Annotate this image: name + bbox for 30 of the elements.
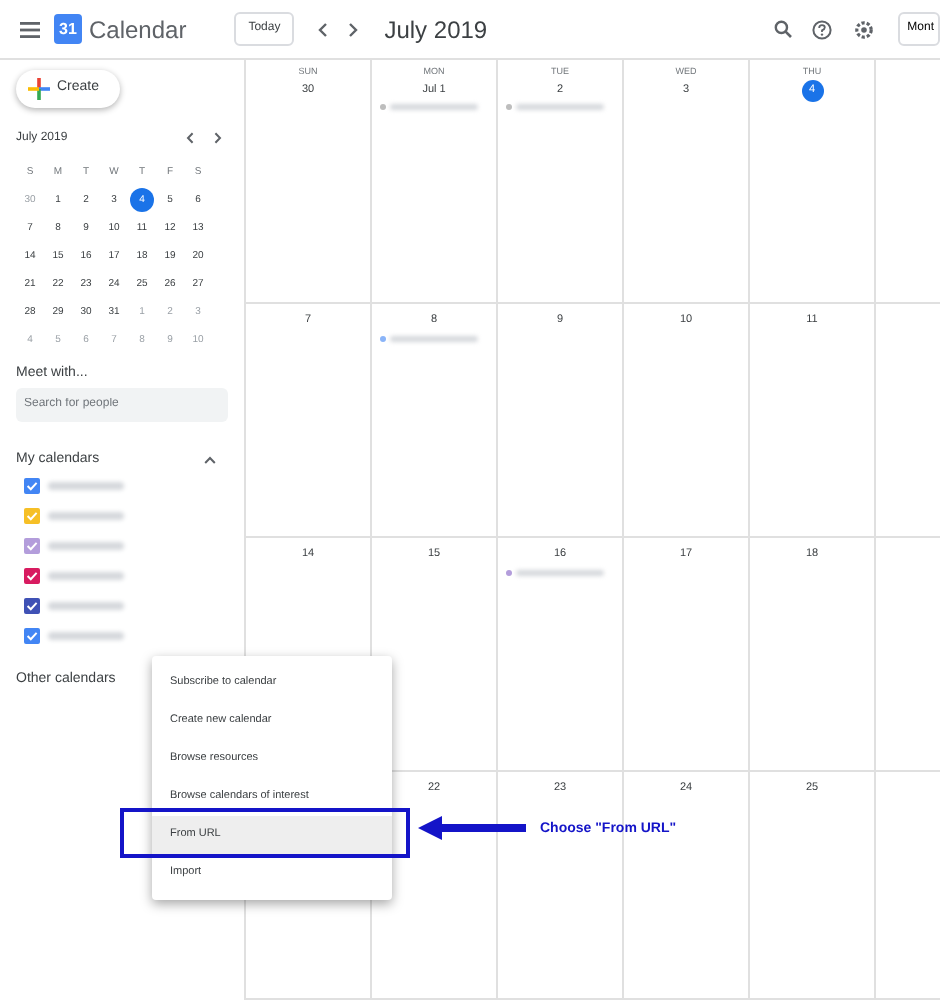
blurred-calendar-name xyxy=(47,541,123,550)
checkbox[interactable] xyxy=(24,627,40,644)
help-icon[interactable] xyxy=(811,19,832,39)
calendar-logo: 31 xyxy=(54,14,82,44)
menu-icon[interactable] xyxy=(20,21,40,37)
month-title: July 2019 xyxy=(384,13,488,47)
checkbox[interactable] xyxy=(24,507,40,524)
day-cell[interactable] xyxy=(874,304,940,538)
blurred-calendar-name xyxy=(47,571,123,580)
search-icon[interactable] xyxy=(773,20,792,38)
chevron-right-icon[interactable] xyxy=(214,132,222,144)
day-cell[interactable] xyxy=(874,538,940,772)
chevron-left-icon[interactable] xyxy=(186,132,194,144)
blurred-calendar-name xyxy=(47,511,123,520)
plus-icon xyxy=(28,78,50,100)
day-cell[interactable] xyxy=(874,60,940,304)
checkbox[interactable] xyxy=(24,567,40,584)
checkbox[interactable] xyxy=(24,537,40,554)
settings-icon[interactable] xyxy=(853,19,874,39)
arrow-icon xyxy=(418,816,526,840)
collapse-icon[interactable] xyxy=(204,456,216,464)
chevron-right-icon[interactable] xyxy=(348,21,359,37)
blurred-calendar-name xyxy=(47,631,123,640)
app-title: Calendar xyxy=(89,13,187,47)
blurred-calendar-name xyxy=(47,601,123,610)
checkbox[interactable] xyxy=(24,597,40,614)
blurred-calendar-name xyxy=(47,481,123,490)
checkbox[interactable] xyxy=(24,477,40,494)
chevron-left-icon[interactable] xyxy=(318,21,329,37)
day-cell[interactable] xyxy=(874,772,940,1000)
